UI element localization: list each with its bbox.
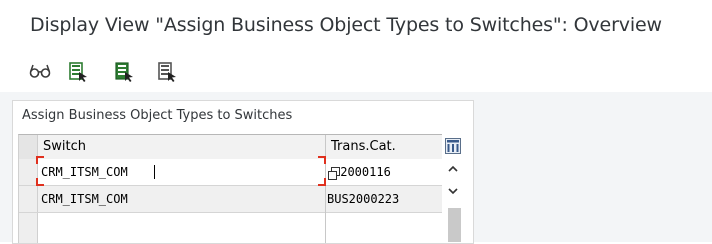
trans-cat-cell[interactable]: S2000116 — [333, 165, 391, 179]
scroll-down-button[interactable] — [446, 184, 460, 202]
deselect-all-icon[interactable] — [155, 59, 179, 83]
row-selector[interactable] — [19, 186, 38, 212]
focus-corner — [36, 156, 44, 164]
value-help-icon[interactable] — [328, 165, 340, 180]
row-selector[interactable] — [19, 213, 38, 243]
focus-frame — [36, 156, 326, 186]
focus-corner — [36, 178, 44, 186]
scrollbar-thumb[interactable] — [448, 208, 461, 242]
page-title: Display View "Assign Business Object Typ… — [30, 14, 662, 36]
scroll-up-button[interactable] — [446, 162, 460, 180]
title-bar: Display View "Assign Business Object Typ… — [0, 0, 712, 52]
select-block-icon[interactable] — [112, 59, 136, 83]
focus-corner — [318, 178, 326, 186]
column-separator — [325, 135, 326, 243]
table-row[interactable] — [19, 213, 443, 243]
trans-cat-cell[interactable]: BUS2000223 — [327, 192, 399, 206]
table-row[interactable]: CRM_ITSM_COM BUS2000223 — [19, 186, 443, 213]
select-all-icon[interactable] — [66, 59, 90, 83]
column-header-switch[interactable]: Switch — [43, 139, 86, 154]
table-title: Assign Business Object Types to Switches — [22, 108, 293, 123]
switch-cell[interactable]: CRM_ITSM_COM — [41, 192, 128, 206]
application-toolbar — [0, 52, 712, 92]
table-settings-icon[interactable] — [445, 138, 461, 154]
table-control: Switch Trans.Cat. CRM_ITSM_COM S2000116 … — [18, 134, 443, 243]
column-header-trans-cat[interactable]: Trans.Cat. — [331, 139, 396, 154]
focus-corner — [318, 156, 326, 164]
glasses-icon[interactable] — [28, 59, 52, 83]
